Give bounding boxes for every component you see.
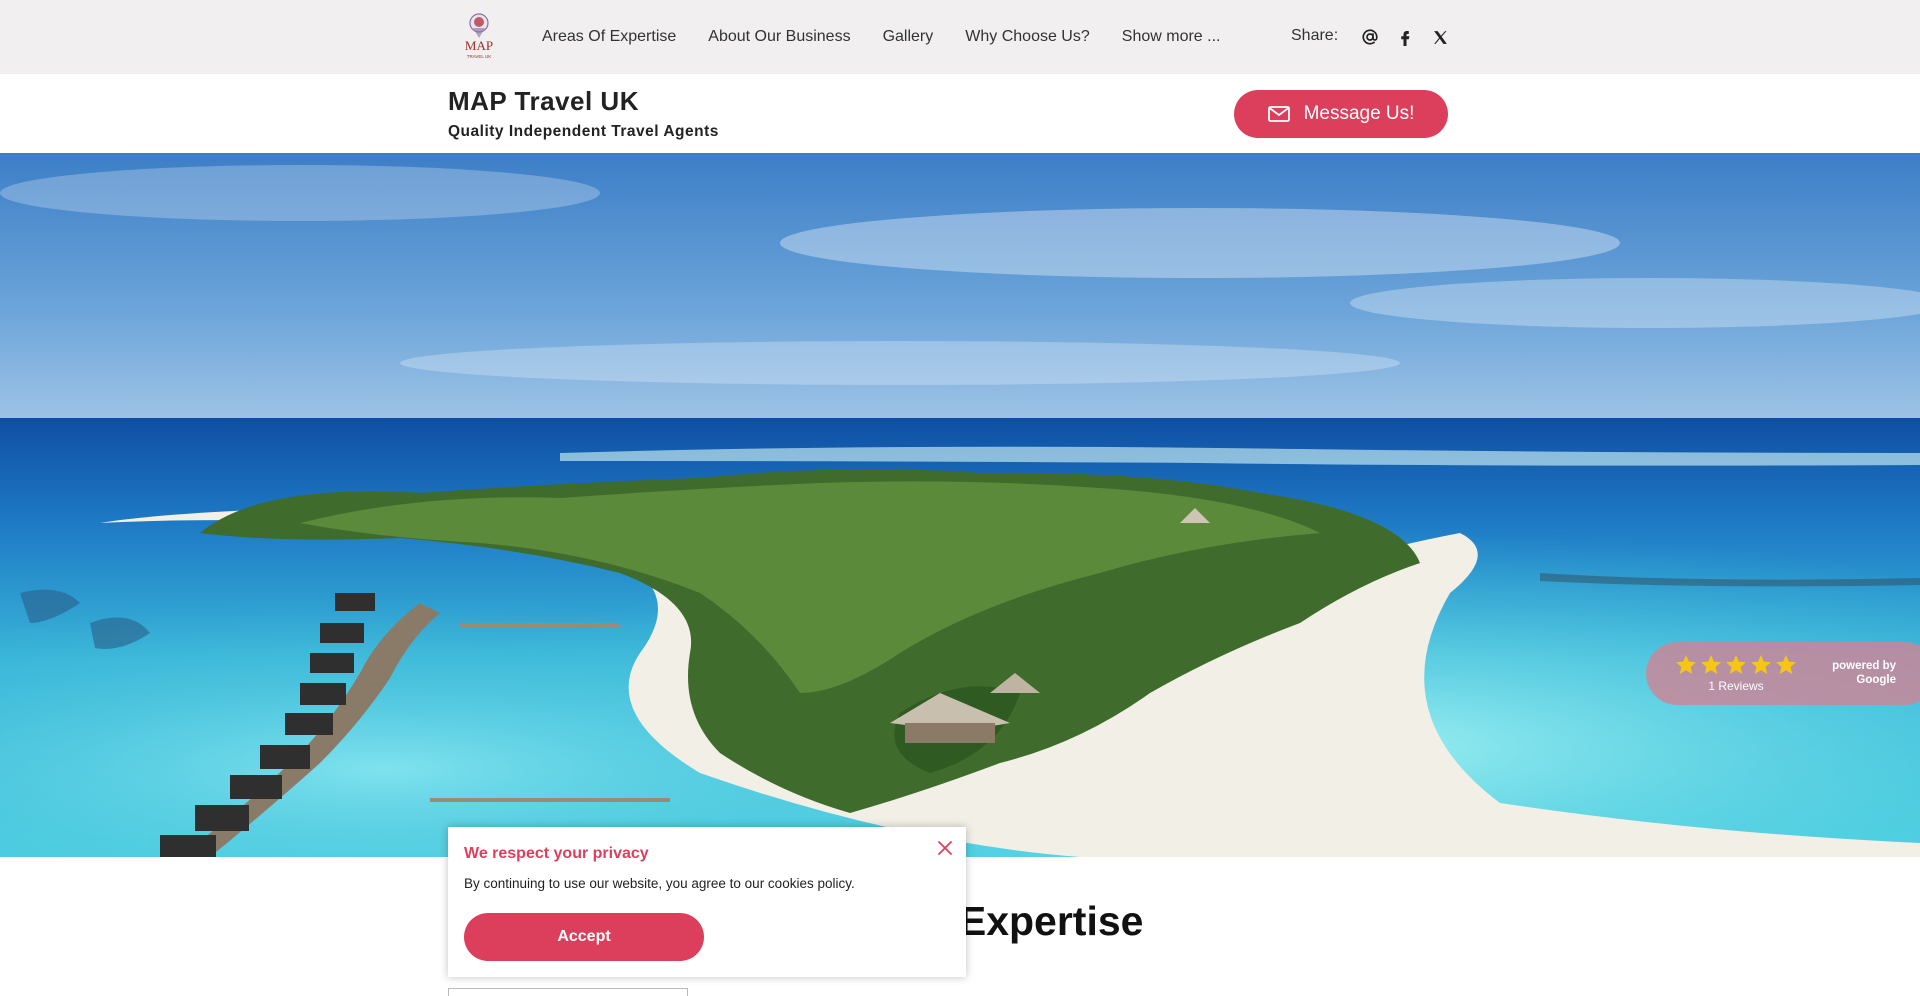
nav-item-why-choose-us[interactable]: Why Choose Us? (965, 28, 1090, 46)
star-icon (1776, 655, 1796, 674)
google-reviews-badge[interactable]: 1 Reviews powered by Google (1646, 642, 1920, 705)
top-nav-bar: MAP TRAVEL UK Areas Of Expertise About O… (0, 0, 1920, 74)
close-icon[interactable] (937, 840, 953, 856)
message-us-button[interactable]: Message Us! (1234, 90, 1448, 138)
svg-text:MAP: MAP (465, 38, 493, 53)
google-label: Google (1856, 674, 1896, 686)
site-subtitle: Quality Independent Travel Agents (448, 123, 719, 140)
share-group: Share: (1291, 0, 1465, 74)
accept-button[interactable]: Accept (464, 913, 704, 961)
star-icon (1701, 655, 1721, 674)
cookie-text: By continuing to use our website, you ag… (464, 876, 855, 891)
star-icon (1676, 655, 1696, 674)
cookie-consent-dialog: We respect your privacy By continuing to… (448, 827, 966, 977)
star-icon (1751, 655, 1771, 674)
at-icon[interactable] (1360, 27, 1380, 47)
nav-item-about-our-business[interactable]: About Our Business (708, 28, 850, 46)
facebook-icon[interactable] (1395, 27, 1415, 47)
nav-item-areas-of-expertise[interactable]: Areas Of Expertise (542, 28, 676, 46)
nav-item-show-more[interactable]: Show more ... (1122, 28, 1221, 46)
nav-item-gallery[interactable]: Gallery (883, 28, 934, 46)
x-icon[interactable] (1430, 27, 1450, 47)
svg-text:TRAVEL UK: TRAVEL UK (467, 54, 492, 59)
star-rating (1674, 653, 1798, 677)
site-header: MAP Travel UK Quality Independent Travel… (0, 74, 1920, 153)
powered-by-google: powered by Google (1816, 659, 1896, 687)
share-label: Share: (1291, 27, 1339, 44)
message-us-label: Message Us! (1303, 103, 1415, 124)
site-logo[interactable]: MAP TRAVEL UK (458, 12, 500, 62)
content-box (448, 988, 688, 996)
main-nav: Areas Of Expertise About Our Business Ga… (542, 0, 1220, 74)
star-icon (1726, 655, 1746, 674)
site-title: MAP Travel UK (448, 86, 639, 116)
mail-icon (1267, 106, 1290, 122)
logo-pin-icon: MAP TRAVEL UK (465, 13, 493, 59)
powered-by-label: powered by (1832, 660, 1896, 672)
cookie-title: We respect your privacy (464, 845, 649, 862)
hero-image (0, 153, 1920, 857)
review-count: 1 Reviews (1708, 679, 1764, 693)
